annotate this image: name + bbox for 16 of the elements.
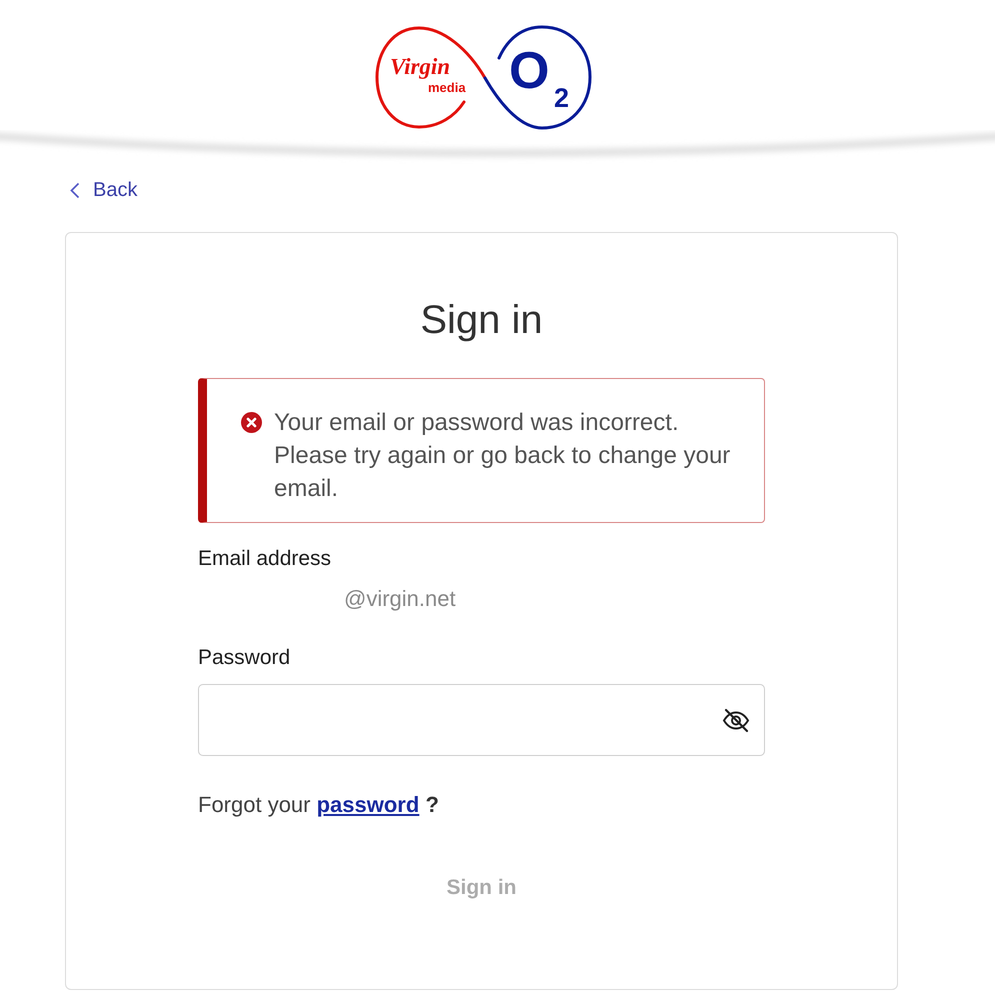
field-label: Email address: [198, 547, 332, 571]
back-link[interactable]: Back: [70, 178, 138, 202]
error-message: Your email or password was incorrect. Please try again or go back to change your email.: [274, 408, 732, 504]
password-link[interactable]: password: [316, 792, 420, 817]
email-value: @virgin.net: [344, 587, 456, 611]
logo-text: media: [428, 80, 466, 95]
eye-slash-icon[interactable]: [722, 708, 750, 732]
error-icon: [241, 412, 262, 433]
chevron-left-icon: [70, 182, 80, 198]
field-label: Password: [198, 646, 290, 670]
logo-text: Virgin: [390, 54, 450, 79]
password-field[interactable]: [198, 684, 765, 756]
logo-text: 2: [554, 83, 569, 113]
page-title: Sign in: [420, 297, 543, 344]
logo-text: O: [508, 42, 549, 100]
forgot-password-text: Forgot your password ?: [198, 792, 439, 818]
